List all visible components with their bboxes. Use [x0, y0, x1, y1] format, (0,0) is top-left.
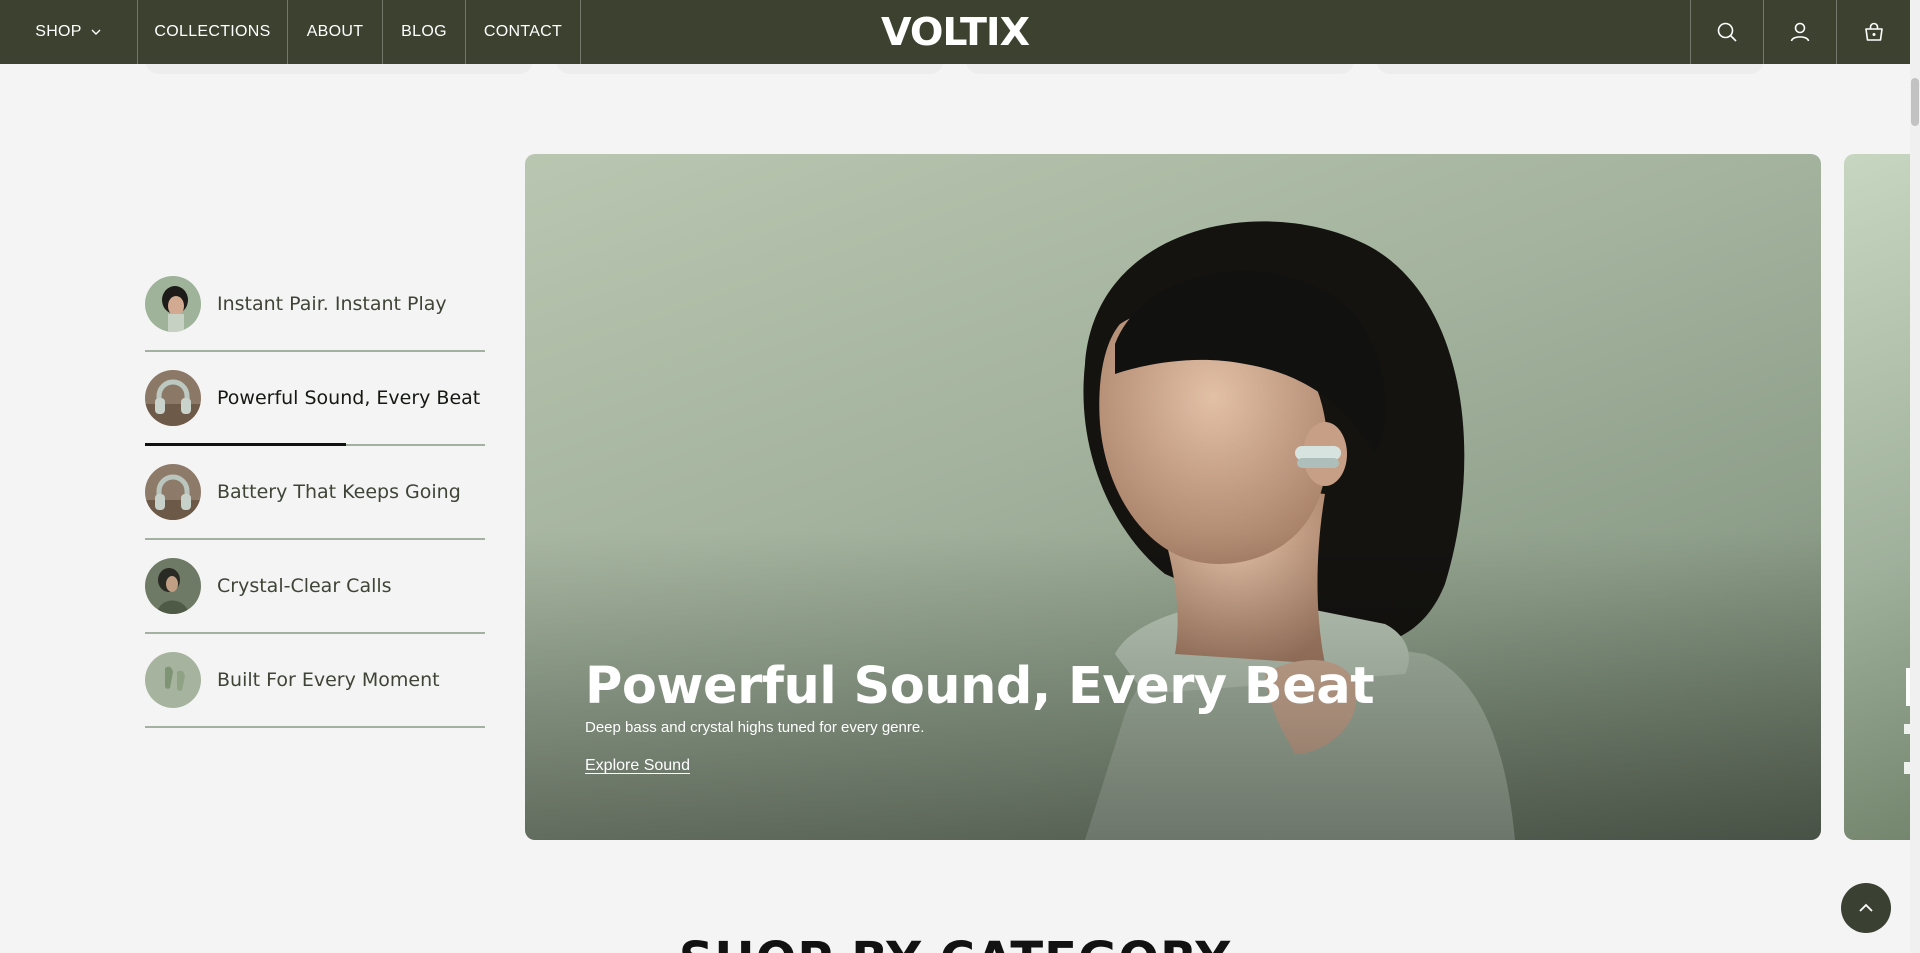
hero-subtitle: Deep bass and crystal highs tuned for ev…: [585, 719, 925, 736]
next-slide-peek[interactable]: [1844, 154, 1910, 840]
cart-icon: [1864, 22, 1883, 41]
nav-shop-label: SHOP: [35, 23, 82, 40]
nav-blog[interactable]: BLOG: [383, 0, 466, 64]
page-scrollbar[interactable]: [1910, 0, 1920, 953]
site-logo[interactable]: VOLTIX: [881, 0, 1030, 64]
cart-button[interactable]: [1836, 0, 1910, 64]
feature-thumbnail: [145, 558, 201, 614]
hero-image: [525, 154, 1821, 840]
feature-item-powerful-sound[interactable]: Powerful Sound, Every Beat: [145, 352, 485, 446]
feature-list: Instant Pair. Instant Play Powerful Soun…: [145, 258, 485, 728]
feature-label: Battery That Keeps Going: [217, 481, 461, 503]
back-to-top-button[interactable]: [1841, 883, 1891, 933]
feature-item-instant-pair[interactable]: Instant Pair. Instant Play: [145, 258, 485, 352]
chevron-down-icon: [91, 29, 101, 35]
account-icon: [1790, 22, 1810, 42]
scrollbar-thumb[interactable]: [1911, 78, 1919, 126]
feature-label: Crystal-Clear Calls: [217, 575, 392, 597]
feature-thumbnail: [145, 652, 201, 708]
feature-item-every-moment[interactable]: Built For Every Moment: [145, 634, 485, 728]
feature-thumbnail: [145, 276, 201, 332]
nav-shop[interactable]: SHOP: [0, 0, 138, 64]
nav-contact[interactable]: CONTACT: [466, 0, 581, 64]
feature-label: Instant Pair. Instant Play: [217, 293, 447, 315]
feature-item-battery[interactable]: Battery That Keeps Going: [145, 446, 485, 540]
feature-label: Powerful Sound, Every Beat: [217, 387, 481, 409]
explore-sound-link[interactable]: Explore Sound: [585, 757, 690, 775]
feature-label: Built For Every Moment: [217, 669, 440, 691]
site-header: SHOP COLLECTIONS ABOUT BLOG CONTACT VOLT…: [0, 0, 1910, 64]
nav-about[interactable]: ABOUT: [288, 0, 383, 64]
main-nav: SHOP COLLECTIONS ABOUT BLOG CONTACT: [0, 0, 581, 64]
chevron-up-icon: [1859, 903, 1873, 912]
account-button[interactable]: [1763, 0, 1836, 64]
nav-collections[interactable]: COLLECTIONS: [138, 0, 288, 64]
search-button[interactable]: [1690, 0, 1763, 64]
section-heading: SHOP BY CATEGORY: [0, 936, 1910, 953]
header-actions: [1690, 0, 1910, 64]
feature-item-clear-calls[interactable]: Crystal-Clear Calls: [145, 540, 485, 634]
feature-thumbnail: [145, 370, 201, 426]
search-icon: [1717, 22, 1737, 42]
hero-title: Powerful Sound, Every Beat: [585, 657, 1375, 716]
hero-slide[interactable]: Powerful Sound, Every Beat Deep bass and…: [525, 154, 1821, 840]
feature-thumbnail: [145, 464, 201, 520]
